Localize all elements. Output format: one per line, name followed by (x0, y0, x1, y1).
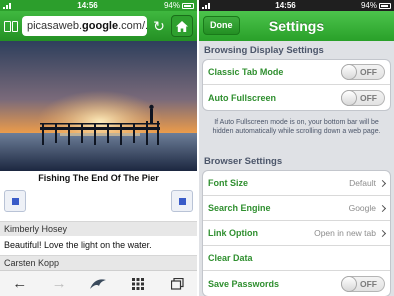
home-icon[interactable] (171, 15, 193, 37)
signal-icon (3, 2, 11, 9)
status-bar: 14:56 94% (199, 0, 394, 11)
photo-caption: Fishing The End Of The Pier (38, 173, 159, 183)
previous-photo-icon (11, 197, 19, 205)
bookmarks-icon[interactable] (4, 20, 18, 32)
toggle-state: OFF (360, 278, 377, 289)
toggle-knob (341, 64, 357, 80)
status-time: 14:56 (275, 1, 296, 10)
battery-percent: 94% (163, 1, 180, 10)
toggle-knob (341, 89, 357, 106)
url-domain: google (82, 20, 119, 32)
battery-percent: 94% (360, 1, 377, 10)
fullscreen-note: If Auto Fullscreen mode is on, your bott… (212, 119, 381, 135)
setting-label: Link Option (208, 228, 258, 238)
setting-label: Search Engine (208, 203, 271, 213)
next-photo-button[interactable] (171, 190, 193, 212)
battery-icon (379, 2, 391, 9)
setting-label: Font Size (208, 178, 248, 188)
toggle-knob (341, 275, 357, 292)
classic-tab-mode-row: Classic Tab Mode OFF (203, 60, 390, 85)
page-title: Settings (268, 18, 325, 34)
setting-label: Auto Fullscreen (208, 92, 277, 103)
browsing-settings-group: Classic Tab Mode OFF Auto Fullscreen OFF (202, 59, 391, 111)
previous-photo-button[interactable] (4, 190, 26, 212)
section-header: Browsing Display Settings (204, 45, 324, 56)
setting-label: Classic Tab Mode (208, 67, 284, 77)
settings-screen: 14:56 94% Done Settings Browsing Display… (199, 0, 394, 296)
dolphin-icon[interactable] (86, 274, 110, 294)
search-engine-row[interactable]: Search Engine Google (203, 196, 390, 221)
clear-data-row[interactable]: Clear Data (203, 246, 390, 271)
reload-icon[interactable]: ↻ (151, 18, 167, 34)
next-photo-icon (178, 197, 186, 205)
setting-value: Google (348, 203, 376, 213)
forward-arrow-icon[interactable]: → (47, 274, 71, 294)
auto-fullscreen-toggle[interactable]: OFF (341, 89, 385, 106)
setting-label: Save Passwords (208, 278, 280, 289)
save-passwords-toggle[interactable]: OFF (341, 275, 385, 292)
section-header: Browser Settings (204, 156, 283, 167)
pier-photo[interactable] (0, 41, 197, 171)
toggle-state: OFF (360, 67, 377, 77)
browser-toolbar: ← → (0, 270, 197, 296)
status-time: 14:56 (77, 1, 98, 10)
browser-screen: 14:56 94% picasaweb.google.com/... ↻ (0, 0, 197, 296)
comment-author[interactable]: Kimberly Hosey (0, 221, 197, 236)
back-arrow-icon[interactable]: ← (8, 274, 32, 294)
browser-settings-group: Font Size Default Search Engine Google L… (202, 170, 391, 296)
battery-icon (182, 2, 194, 9)
done-button[interactable]: Done (203, 16, 240, 35)
font-size-row[interactable]: Font Size Default (203, 171, 390, 196)
tabs-icon[interactable] (165, 274, 189, 294)
chevron-right-icon (378, 229, 387, 237)
setting-label: Clear Data (208, 253, 253, 263)
auto-fullscreen-row: Auto Fullscreen OFF (203, 85, 390, 110)
grid-icon[interactable] (126, 274, 150, 294)
url-suffix: .com/... (118, 20, 147, 32)
chevron-right-icon (378, 179, 387, 187)
signal-icon (202, 2, 210, 9)
comment-text: Beautiful! Love the light on the water. (4, 240, 152, 250)
toggle-state: OFF (360, 92, 377, 103)
url-field[interactable]: picasaweb.google.com/... (22, 16, 147, 36)
save-passwords-row: Save Passwords OFF (203, 271, 390, 296)
link-option-row[interactable]: Link Option Open in new tab (203, 221, 390, 246)
chevron-right-icon (378, 204, 387, 212)
comment-author[interactable]: Carsten Kopp (0, 255, 197, 270)
setting-value: Default (349, 178, 376, 188)
classic-tab-mode-toggle[interactable]: OFF (341, 64, 385, 80)
status-bar: 14:56 94% (0, 0, 197, 11)
settings-navbar: Done Settings (199, 11, 394, 41)
url-prefix: picasaweb. (27, 20, 83, 32)
setting-value: Open in new tab (314, 228, 376, 238)
address-bar: picasaweb.google.com/... ↻ (0, 11, 197, 41)
